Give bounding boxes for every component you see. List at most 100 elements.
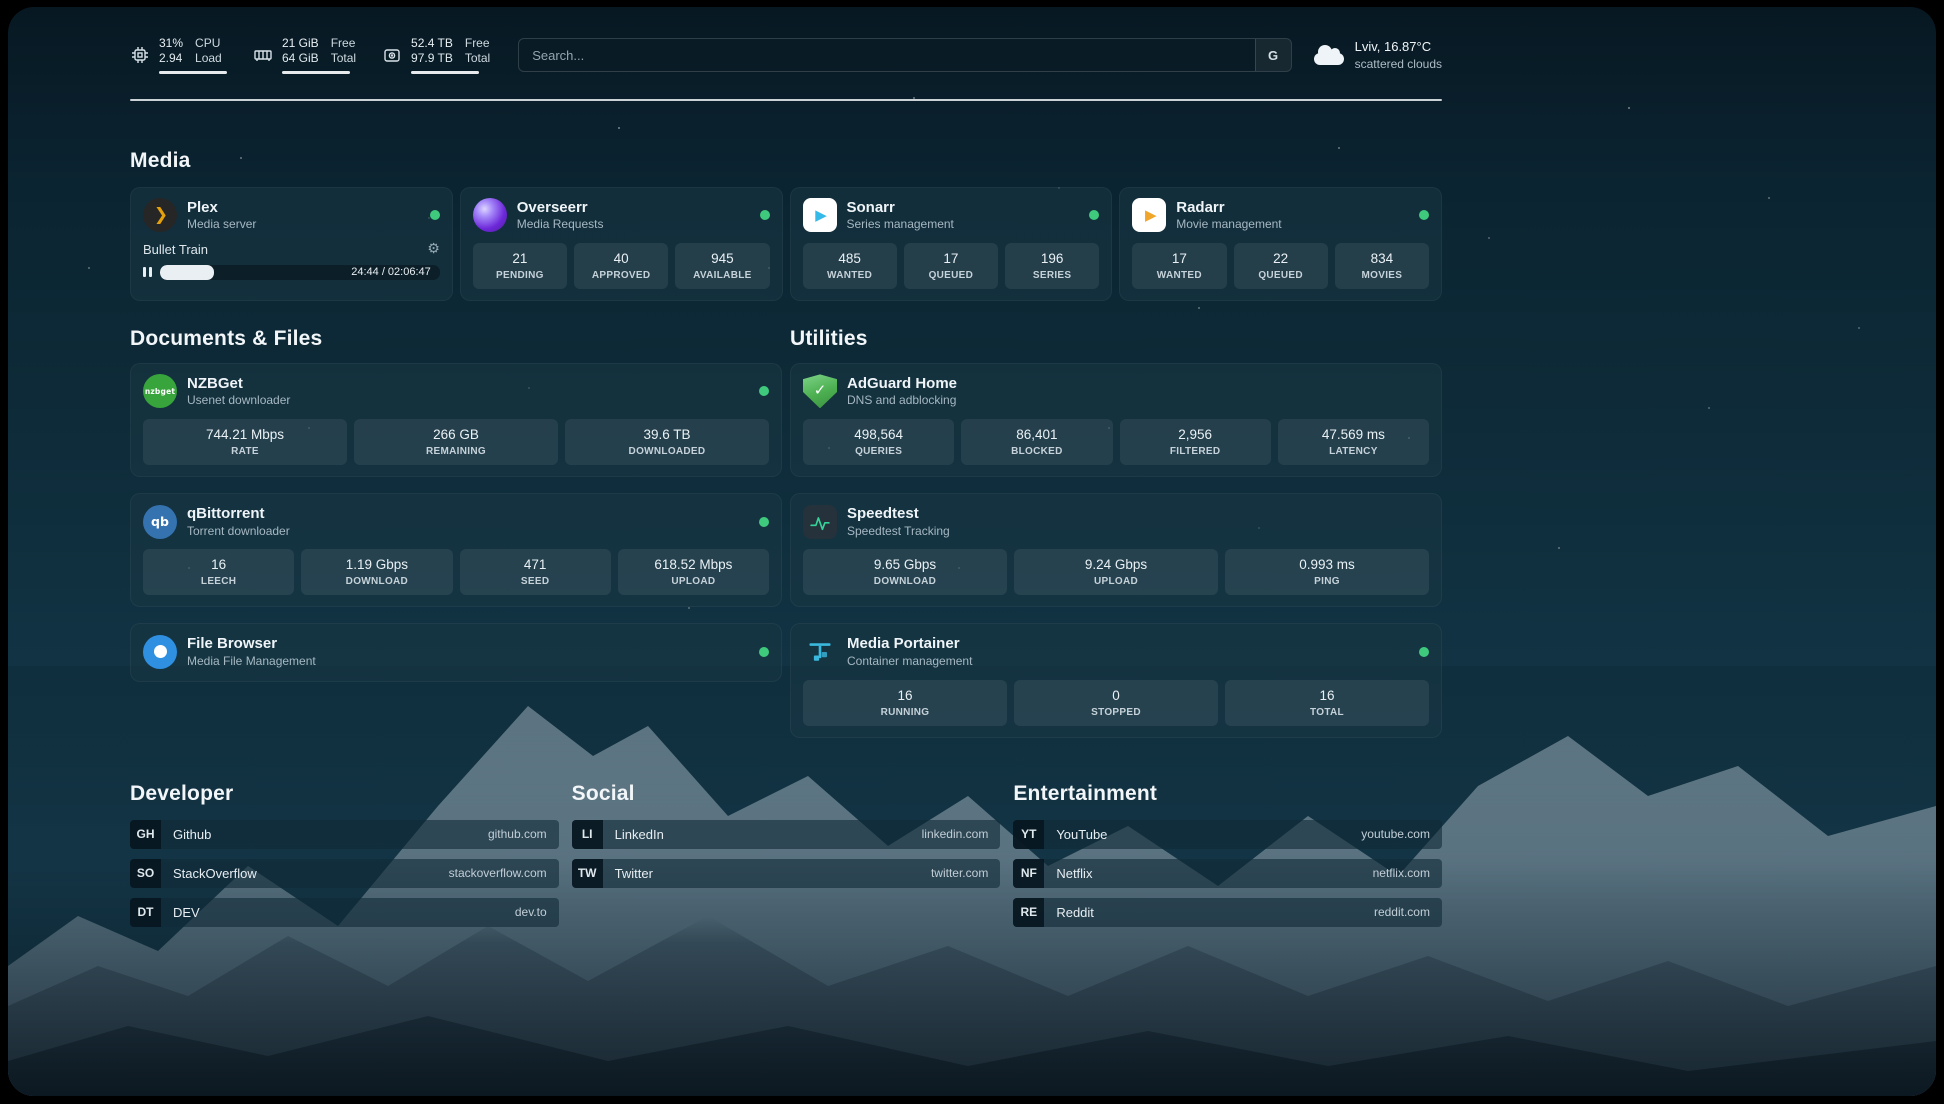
stat-value: 17 xyxy=(1134,250,1224,268)
adguard-icon xyxy=(803,374,837,408)
stat-tile: 618.52 Mbps UPLOAD xyxy=(618,549,769,595)
service-card-filebrowser[interactable]: File Browser Media File Management xyxy=(130,623,782,681)
service-card-qbittorrent[interactable]: qb qBittorrent Torrent downloader 16 LEE… xyxy=(130,493,782,607)
service-name: qBittorrent xyxy=(187,504,290,524)
stat-label: AVAILABLE xyxy=(677,268,767,283)
stat-value: 86,401 xyxy=(963,426,1110,444)
bookmark-name: Reddit xyxy=(1056,905,1094,920)
documents-column: Documents & Files nzbget NZBGet Usenet d… xyxy=(130,327,782,682)
service-name: Radarr xyxy=(1176,198,1281,218)
nzbget-icon: nzbget xyxy=(143,374,177,408)
service-card-overseerr[interactable]: Overseerr Media Requests 21 PENDING 40 A… xyxy=(460,187,783,301)
sonarr-icon xyxy=(803,198,837,232)
service-card-portainer[interactable]: Media Portainer Container management 16 … xyxy=(790,623,1442,737)
status-dot xyxy=(759,386,769,396)
stat-value: 39.6 TB xyxy=(567,426,767,444)
service-card-speedtest[interactable]: Speedtest Speedtest Tracking 9.65 Gbps D… xyxy=(790,493,1442,607)
stat-value: 1.19 Gbps xyxy=(303,556,450,574)
stat-label: PING xyxy=(1227,574,1427,589)
portainer-icon xyxy=(803,635,837,669)
stat-tile: 40 APPROVED xyxy=(574,243,668,289)
bookmark-abbr: SO xyxy=(130,859,161,888)
ram-usage-bar xyxy=(282,71,350,75)
header-divider xyxy=(130,99,1442,101)
status-dot xyxy=(760,210,770,220)
bookmark-youtube[interactable]: YT YouTube youtube.com xyxy=(1013,820,1442,849)
bookmark-name: Github xyxy=(173,827,211,842)
stat-tile: 9.65 Gbps DOWNLOAD xyxy=(803,549,1007,595)
stat-tile: 16 TOTAL xyxy=(1225,680,1429,726)
bookmark-name: Netflix xyxy=(1056,866,1092,881)
cpu-value: 31% xyxy=(159,36,183,52)
playback-progress-bar: 24:44 / 02:06:47 xyxy=(160,265,440,280)
ram-icon xyxy=(253,45,273,65)
snow-specks xyxy=(8,7,10,9)
service-card-sonarr[interactable]: Sonarr Series management 485 WANTED 17 Q… xyxy=(790,187,1113,301)
stat-value: 834 xyxy=(1337,250,1427,268)
stat-tile: 834 MOVIES xyxy=(1335,243,1429,289)
stat-tile: 9.24 Gbps UPLOAD xyxy=(1014,549,1218,595)
weather-widget: Lviv, 16.87°C scattered clouds xyxy=(1314,38,1442,72)
entertainment-heading: Entertainment xyxy=(1013,782,1442,806)
stat-value: 17 xyxy=(906,250,996,268)
cpu-label-top: CPU xyxy=(195,36,222,52)
stat-label: APPROVED xyxy=(576,268,666,283)
stat-tile: 17 WANTED xyxy=(1132,243,1226,289)
service-card-nzbget[interactable]: nzbget NZBGet Usenet downloader 744.21 M… xyxy=(130,363,782,477)
service-subtitle: Series management xyxy=(847,217,954,233)
search-input[interactable] xyxy=(519,39,1254,71)
stat-tile: 498,564 QUERIES xyxy=(803,419,954,465)
bookmark-url: youtube.com xyxy=(1361,827,1430,841)
service-name: File Browser xyxy=(187,634,316,654)
stat-label: DOWNLOAD xyxy=(303,574,450,589)
stat-value: 22 xyxy=(1236,250,1326,268)
stat-tile: 86,401 BLOCKED xyxy=(961,419,1112,465)
bookmark-name: Twitter xyxy=(615,866,653,881)
service-subtitle: Container management xyxy=(847,654,972,670)
cpu-sub: 2.94 xyxy=(159,51,183,67)
search-provider-button[interactable]: G xyxy=(1255,39,1291,71)
plex-icon xyxy=(143,198,177,232)
bookmark-abbr: LI xyxy=(572,820,603,849)
status-dot xyxy=(1419,210,1429,220)
cpu-stat: 31% 2.94 CPU Load xyxy=(130,36,227,75)
service-card-radarr[interactable]: Radarr Movie management 17 WANTED 22 QUE… xyxy=(1119,187,1442,301)
service-subtitle: Media Requests xyxy=(517,217,604,233)
stat-value: 485 xyxy=(805,250,895,268)
bookmark-name: YouTube xyxy=(1056,827,1107,842)
bookmark-twitter[interactable]: TW Twitter twitter.com xyxy=(572,859,1001,888)
stat-label: WANTED xyxy=(805,268,895,283)
stat-value: 16 xyxy=(1227,687,1427,705)
bookmark-reddit[interactable]: RE Reddit reddit.com xyxy=(1013,898,1442,927)
bookmark-abbr: GH xyxy=(130,820,161,849)
now-playing-title: Bullet Train xyxy=(143,242,208,257)
bookmark-netflix[interactable]: NF Netflix netflix.com xyxy=(1013,859,1442,888)
bookmark-url: stackoverflow.com xyxy=(449,866,547,880)
stat-tile: 39.6 TB DOWNLOADED xyxy=(565,419,769,465)
stat-label: QUEUED xyxy=(906,268,996,283)
stat-value: 266 GB xyxy=(356,426,556,444)
speedtest-icon xyxy=(803,505,837,539)
stat-value: 47.569 ms xyxy=(1280,426,1427,444)
top-bar: 31% 2.94 CPU Load xyxy=(130,31,1442,79)
stat-tile: 471 SEED xyxy=(460,549,611,595)
bookmark-dev[interactable]: DT DEV dev.to xyxy=(130,898,559,927)
bookmark-stackoverflow[interactable]: SO StackOverflow stackoverflow.com xyxy=(130,859,559,888)
stat-tile: 266 GB REMAINING xyxy=(354,419,558,465)
service-subtitle: DNS and adblocking xyxy=(847,393,957,409)
disk-label-bottom: Total xyxy=(465,51,490,67)
ram-label-bottom: Total xyxy=(331,51,356,67)
social-heading: Social xyxy=(572,782,1001,806)
service-name: AdGuard Home xyxy=(847,374,957,394)
stat-tile: 47.569 ms LATENCY xyxy=(1278,419,1429,465)
bookmark-linkedin[interactable]: LI LinkedIn linkedin.com xyxy=(572,820,1001,849)
bookmark-github[interactable]: GH Github github.com xyxy=(130,820,559,849)
service-name: NZBGet xyxy=(187,374,290,394)
stat-label: PENDING xyxy=(475,268,565,283)
bookmark-abbr: DT xyxy=(130,898,161,927)
cloud-icon xyxy=(1314,53,1344,65)
service-card-plex[interactable]: Plex Media server Bullet Train ⚙ 24:44 /… xyxy=(130,187,453,301)
documents-section-heading: Documents & Files xyxy=(130,327,782,351)
service-card-adguard[interactable]: AdGuard Home DNS and adblocking 498,564 … xyxy=(790,363,1442,477)
settings-gear-icon[interactable]: ⚙ xyxy=(427,242,440,256)
